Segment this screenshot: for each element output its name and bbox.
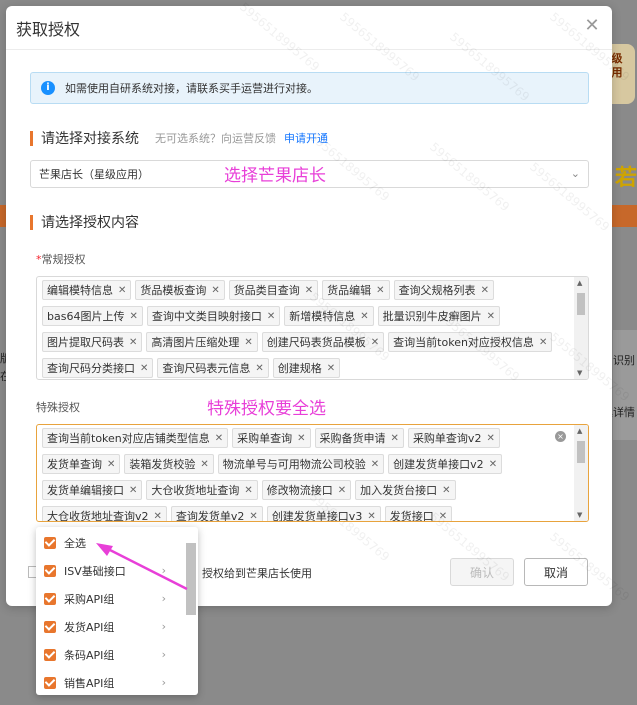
annotation-arrow bbox=[96, 543, 188, 591]
